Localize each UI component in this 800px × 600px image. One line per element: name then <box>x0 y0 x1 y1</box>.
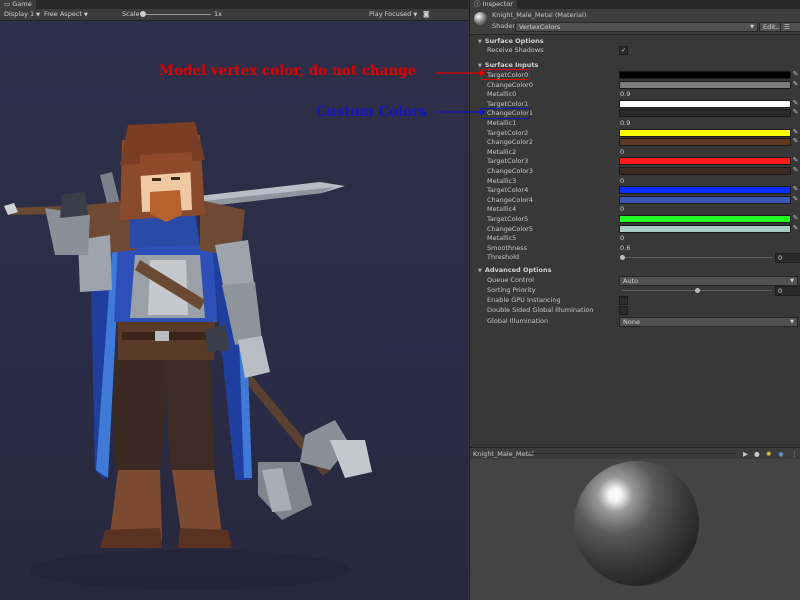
target-color-0-highlight <box>481 69 530 80</box>
change-color-1-highlight <box>481 108 530 119</box>
annotation-arrows <box>436 70 486 115</box>
